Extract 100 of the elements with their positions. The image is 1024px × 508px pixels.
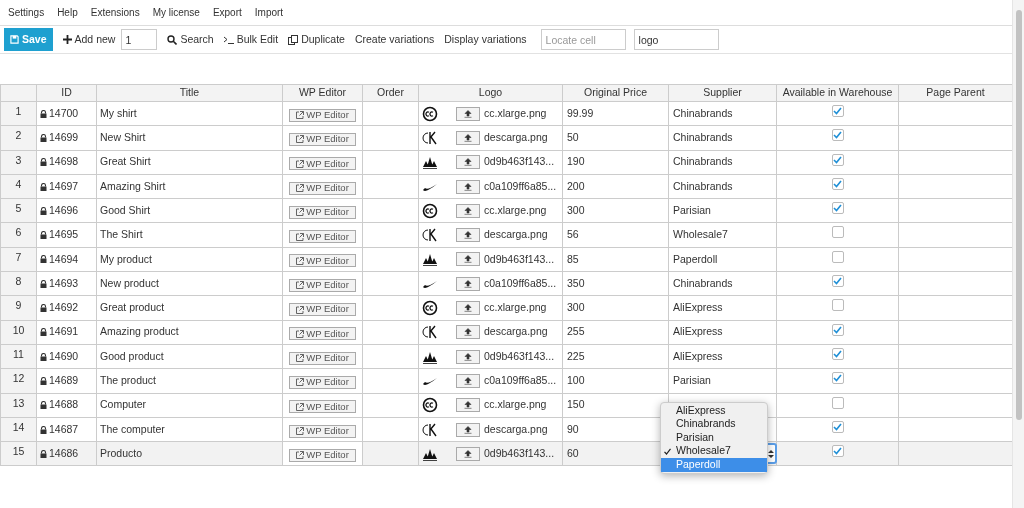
price-text: 100 (567, 374, 585, 387)
wp-editor-button[interactable]: WP Editor (289, 157, 356, 171)
dropdown-option[interactable]: Chinabrands (661, 417, 767, 431)
row-number: 11 (13, 347, 24, 360)
file-name: cc.xlarge.png (484, 105, 547, 121)
supplier-text: Chinabrands (673, 155, 733, 168)
title-text: New Shirt (100, 131, 146, 144)
title-text: Good Shirt (100, 203, 151, 216)
supplier-text: Wholesale7 (673, 228, 728, 241)
price-text: 99.99 (567, 106, 594, 119)
menu-item[interactable]: Settings (8, 5, 45, 20)
price-text: 200 (567, 179, 585, 192)
id-text: 14689 (49, 373, 79, 389)
row-number: 7 (15, 250, 22, 263)
row-number: 6 (15, 226, 22, 239)
price-text: 300 (567, 203, 585, 216)
wp-editor-button[interactable]: WP Editor (289, 254, 356, 268)
row-number: 14 (12, 420, 25, 433)
id-text: 14686 (49, 445, 79, 461)
dropdown-option[interactable]: Wholesale7 (661, 444, 767, 458)
menu-item[interactable]: Help (57, 5, 78, 20)
file-name: 0d9b463f143... (484, 348, 555, 364)
title-text: Great Shirt (100, 155, 151, 168)
id-text: 14687 (49, 421, 79, 437)
price-text: 85 (567, 252, 579, 265)
file-name: 0d9b463f143... (484, 154, 555, 170)
title-text: My product (100, 252, 152, 265)
column-header: Available in Warehouse (776, 84, 899, 102)
column-header: Order (362, 84, 419, 102)
wp-editor-button[interactable]: WP Editor (289, 230, 356, 244)
id-text: 14692 (49, 300, 79, 316)
wp-editor-button[interactable]: WP Editor (289, 400, 356, 414)
column-header: Page Parent (898, 84, 1013, 102)
title-text: The product (100, 374, 157, 387)
wp-editor-button[interactable]: WP Editor (289, 448, 356, 462)
row-number: 4 (15, 177, 22, 190)
price-text: 150 (567, 398, 585, 411)
supplier-text: Paperdoll (673, 252, 718, 265)
wp-editor-button[interactable]: WP Editor (289, 424, 356, 438)
create-variations-button[interactable]: Create variations (354, 31, 435, 48)
locate-cell-field[interactable]: Locate cell (540, 29, 626, 50)
wp-editor-button[interactable]: WP Editor (289, 205, 356, 219)
id-text: 14700 (49, 105, 79, 121)
supplier-text: Parisian (673, 203, 711, 216)
file-name: cc.xlarge.png (484, 300, 547, 316)
wp-editor-button[interactable]: WP Editor (289, 351, 356, 365)
wp-editor-button[interactable]: WP Editor (289, 108, 356, 122)
file-name: descarga.png (484, 227, 548, 243)
dropdown-option[interactable]: AliExpress (661, 404, 767, 418)
file-name: cc.xlarge.png (484, 397, 547, 413)
file-name: 0d9b463f143... (484, 251, 555, 267)
id-text: 14691 (49, 324, 79, 340)
supplier-text: Parisian (673, 374, 711, 387)
id-text: 14698 (49, 154, 79, 170)
wp-editor-button[interactable]: WP Editor (289, 303, 356, 316)
wp-editor-button[interactable]: WP Editor (289, 181, 356, 195)
wp-editor-button[interactable]: WP Editor (289, 278, 356, 292)
file-name: cc.xlarge.png (484, 202, 547, 218)
file-name: descarga.png (484, 421, 548, 437)
title-text: Great product (100, 301, 165, 314)
title-text: My shirt (100, 106, 137, 119)
column-header: WP Editor (282, 84, 363, 102)
row-number: 13 (12, 396, 25, 409)
id-text: 14693 (49, 275, 79, 291)
menu-item[interactable]: My license (152, 5, 200, 20)
price-text: 56 (567, 228, 579, 241)
filter-field[interactable]: logo (633, 29, 719, 50)
wp-editor-button[interactable]: WP Editor (289, 132, 356, 146)
duplicate-button[interactable]: Duplicate (288, 31, 345, 48)
dropdown-option[interactable]: Parisian (661, 431, 767, 445)
menu-item[interactable]: Export (212, 5, 242, 20)
row-number: 12 (12, 372, 25, 385)
title-text: The Shirt (100, 228, 143, 241)
menu-item[interactable]: Extensions (90, 5, 140, 20)
supplier-text: Chinabrands (673, 179, 733, 192)
search-button[interactable]: Search (167, 31, 214, 48)
title-text: Amazing Shirt (100, 179, 166, 192)
row-number: 9 (15, 299, 22, 312)
menu-item[interactable]: Import (254, 5, 284, 20)
price-text: 190 (567, 155, 585, 168)
id-text: 14696 (49, 202, 79, 218)
file-name: c0a109ff6a85... (484, 373, 557, 389)
column-header: ID (36, 84, 97, 102)
supplier-text: AliExpress (673, 325, 723, 338)
bulk-edit-button[interactable]: Bulk Edit (223, 31, 279, 48)
row-number: 1 (15, 105, 22, 117)
file-name: c0a109ff6a85... (484, 275, 557, 291)
add-new-button[interactable]: Add new (62, 31, 116, 48)
quantity-field[interactable]: 1 (121, 29, 158, 50)
supplier-text: AliExpress (673, 349, 723, 362)
row-number: 15 (12, 445, 25, 458)
column-header: Title (96, 84, 283, 102)
row-number: 3 (15, 153, 22, 166)
title-text: New product (100, 276, 159, 289)
wp-editor-button[interactable]: WP Editor (289, 327, 356, 341)
wp-editor-button[interactable]: WP Editor (289, 375, 356, 389)
supplier-text: Chinabrands (673, 106, 733, 119)
column-header: Supplier (668, 84, 777, 102)
display-variations-button[interactable]: Display variations (444, 31, 527, 48)
price-text: 90 (567, 422, 579, 435)
